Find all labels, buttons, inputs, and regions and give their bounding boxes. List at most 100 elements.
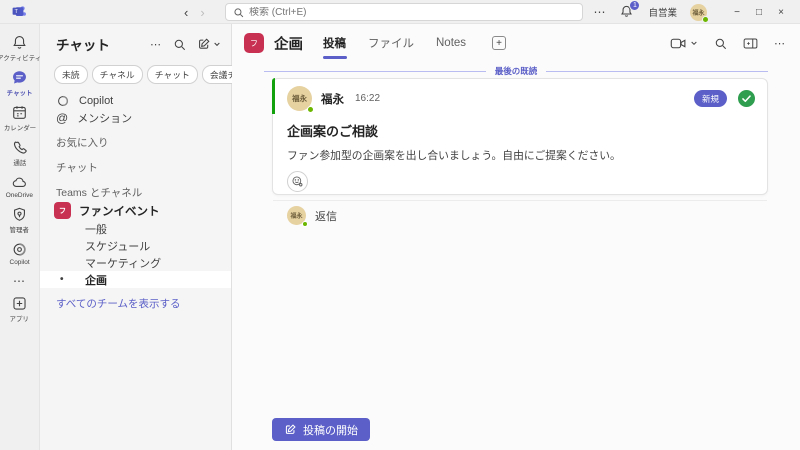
team-name-label: ファンイベント [79, 205, 160, 218]
calendar-icon [11, 104, 28, 121]
teams-logo-icon: T [11, 4, 27, 20]
cloud-icon [11, 174, 28, 191]
activity-bell-icon [11, 34, 28, 51]
channel-label: スケジュール [85, 240, 151, 253]
presence-available-icon [307, 106, 314, 113]
post-card[interactable]: 福永 福永 16:22 新規 企画案のご相談 ファン参加型の企画案を出し合いまし… [272, 78, 768, 227]
window-controls: − □ × [726, 0, 792, 24]
channel-label: 一般 [85, 223, 107, 236]
channel-more-icon[interactable]: ⋯ [774, 37, 786, 50]
sidebar-item-label: メンション [77, 112, 133, 125]
svg-text:T: T [14, 9, 18, 15]
rail-more-icon[interactable]: ⋯ [13, 269, 26, 291]
open-details-pane-icon[interactable] [743, 37, 758, 50]
start-post-button[interactable]: 投稿の開始 [272, 418, 370, 441]
search-bar[interactable] [225, 3, 583, 21]
channel-header: フ 企画 投稿 ファイル Notes + ⋯ [232, 24, 800, 62]
post-avatar-initials: 福永 [292, 94, 307, 103]
new-chat-button[interactable] [197, 37, 221, 51]
team-avatar-text: フ [59, 207, 66, 215]
unread-indicator-bar [272, 78, 275, 114]
start-post-label: 投稿の開始 [303, 424, 358, 437]
rail-item-copilot[interactable]: Copilot [0, 237, 40, 269]
search-input[interactable] [249, 6, 575, 18]
filter-chip-unread[interactable]: 未読 [54, 65, 88, 84]
channel-team-avatar-text: フ [250, 38, 258, 48]
user-avatar-initials: 福永 [692, 10, 705, 17]
copilot-icon [56, 94, 70, 108]
tab-files[interactable]: ファイル [368, 24, 414, 62]
forward-button[interactable]: › [200, 6, 204, 19]
sidebar-more-icon[interactable]: ⋯ [150, 38, 162, 51]
rail-label: アクティビティ [0, 55, 42, 62]
rail-item-onedrive[interactable]: OneDrive [0, 170, 40, 202]
rail-label: アプリ [9, 316, 30, 323]
channel-team-avatar: フ [244, 33, 264, 53]
team-avatar: フ [54, 202, 71, 219]
copilot-icon [11, 241, 28, 258]
rail-item-chat[interactable]: チャット [0, 65, 40, 100]
sidebar-item-copilot[interactable]: Copilot [40, 92, 231, 109]
section-chat[interactable]: チャット [40, 159, 231, 176]
back-button[interactable]: ‹ [184, 6, 188, 19]
titlebar-more-icon[interactable]: ⋯ [593, 5, 606, 19]
chat-bubble-icon [11, 69, 28, 86]
channel-general[interactable]: 一般 [40, 220, 231, 237]
post-author-name: 福永 [321, 93, 344, 106]
notifications-bell-icon[interactable]: 1 [619, 0, 641, 20]
maximize-button[interactable]: □ [748, 0, 770, 24]
rail-item-calls[interactable]: 通話 [0, 135, 40, 170]
team-fan-event[interactable]: フ ファンイベント [40, 201, 231, 220]
meet-now-button[interactable] [670, 36, 698, 51]
apps-grid-icon [11, 295, 28, 312]
rail-label: OneDrive [5, 192, 34, 199]
app-rail: アクティビティ チャット カレンダー 通話 OneDrive 管理者 Copil… [0, 24, 42, 450]
rail-label: チャット [6, 90, 33, 97]
reply-avatar-initials: 福永 [290, 214, 303, 220]
rail-item-calendar[interactable]: カレンダー [0, 100, 40, 135]
new-post-badge: 新規 [693, 90, 727, 107]
presence-available-icon [702, 15, 709, 23]
filter-chip-channels[interactable]: チャネル [91, 65, 143, 84]
channel-marketing[interactable]: マーケティング [40, 254, 231, 271]
channel-planning[interactable]: • 企画 [40, 271, 231, 288]
add-reaction-button[interactable] [287, 171, 308, 192]
post-author-avatar[interactable]: 福永 [287, 86, 314, 113]
announcement-check-icon [736, 88, 757, 109]
titlebar: T ‹ › ⋯ 1 自営業 福永 − □ × [0, 0, 800, 24]
phone-icon [11, 139, 28, 156]
rail-item-admin[interactable]: 管理者 [0, 202, 40, 237]
reply-label: 返信 [315, 210, 337, 223]
tab-notes[interactable]: Notes [436, 24, 466, 62]
reply-button[interactable]: 福永 返信 [273, 200, 767, 230]
last-read-label: 最後の既読 [494, 66, 538, 76]
post-title: 企画案のご相談 [287, 124, 379, 139]
section-favorites[interactable]: お気に入り [40, 134, 231, 151]
sidebar-item-mentions[interactable]: @ メンション [40, 109, 231, 126]
compose-icon [285, 424, 296, 434]
rail-item-apps[interactable]: アプリ [0, 291, 40, 326]
channel-label: マーケティング [85, 257, 162, 270]
show-all-teams-link[interactable]: すべてのチームを表示する [40, 288, 231, 311]
minimize-button[interactable]: − [726, 0, 748, 24]
search-icon [233, 7, 244, 18]
channel-schedule[interactable]: スケジュール [40, 237, 231, 254]
user-avatar[interactable]: 福永 [690, 3, 709, 23]
sidebar-search-icon[interactable] [173, 38, 186, 51]
rail-label: Copilot [9, 259, 30, 266]
filter-chip-chat[interactable]: チャット [146, 65, 198, 84]
channel-label: 企画 [85, 274, 107, 287]
sidebar-title: チャット [56, 38, 110, 53]
unread-bullet-icon: • [60, 274, 64, 285]
close-button[interactable]: × [770, 0, 792, 24]
tab-posts[interactable]: 投稿 [323, 24, 346, 62]
add-tab-button[interactable]: + [492, 36, 507, 50]
presence-available-icon [302, 221, 308, 227]
post-body: ファン参加型の企画案を出し合いましょう。自由にご提案ください。 [287, 150, 621, 162]
rail-item-activity[interactable]: アクティビティ [0, 30, 42, 65]
channel-search-icon[interactable] [714, 37, 727, 50]
channel-title: 企画 [274, 36, 303, 53]
section-teams-channels[interactable]: Teams とチャネル [40, 184, 231, 201]
admin-shield-icon [11, 206, 28, 223]
org-name-label: 自営業 [648, 8, 677, 19]
